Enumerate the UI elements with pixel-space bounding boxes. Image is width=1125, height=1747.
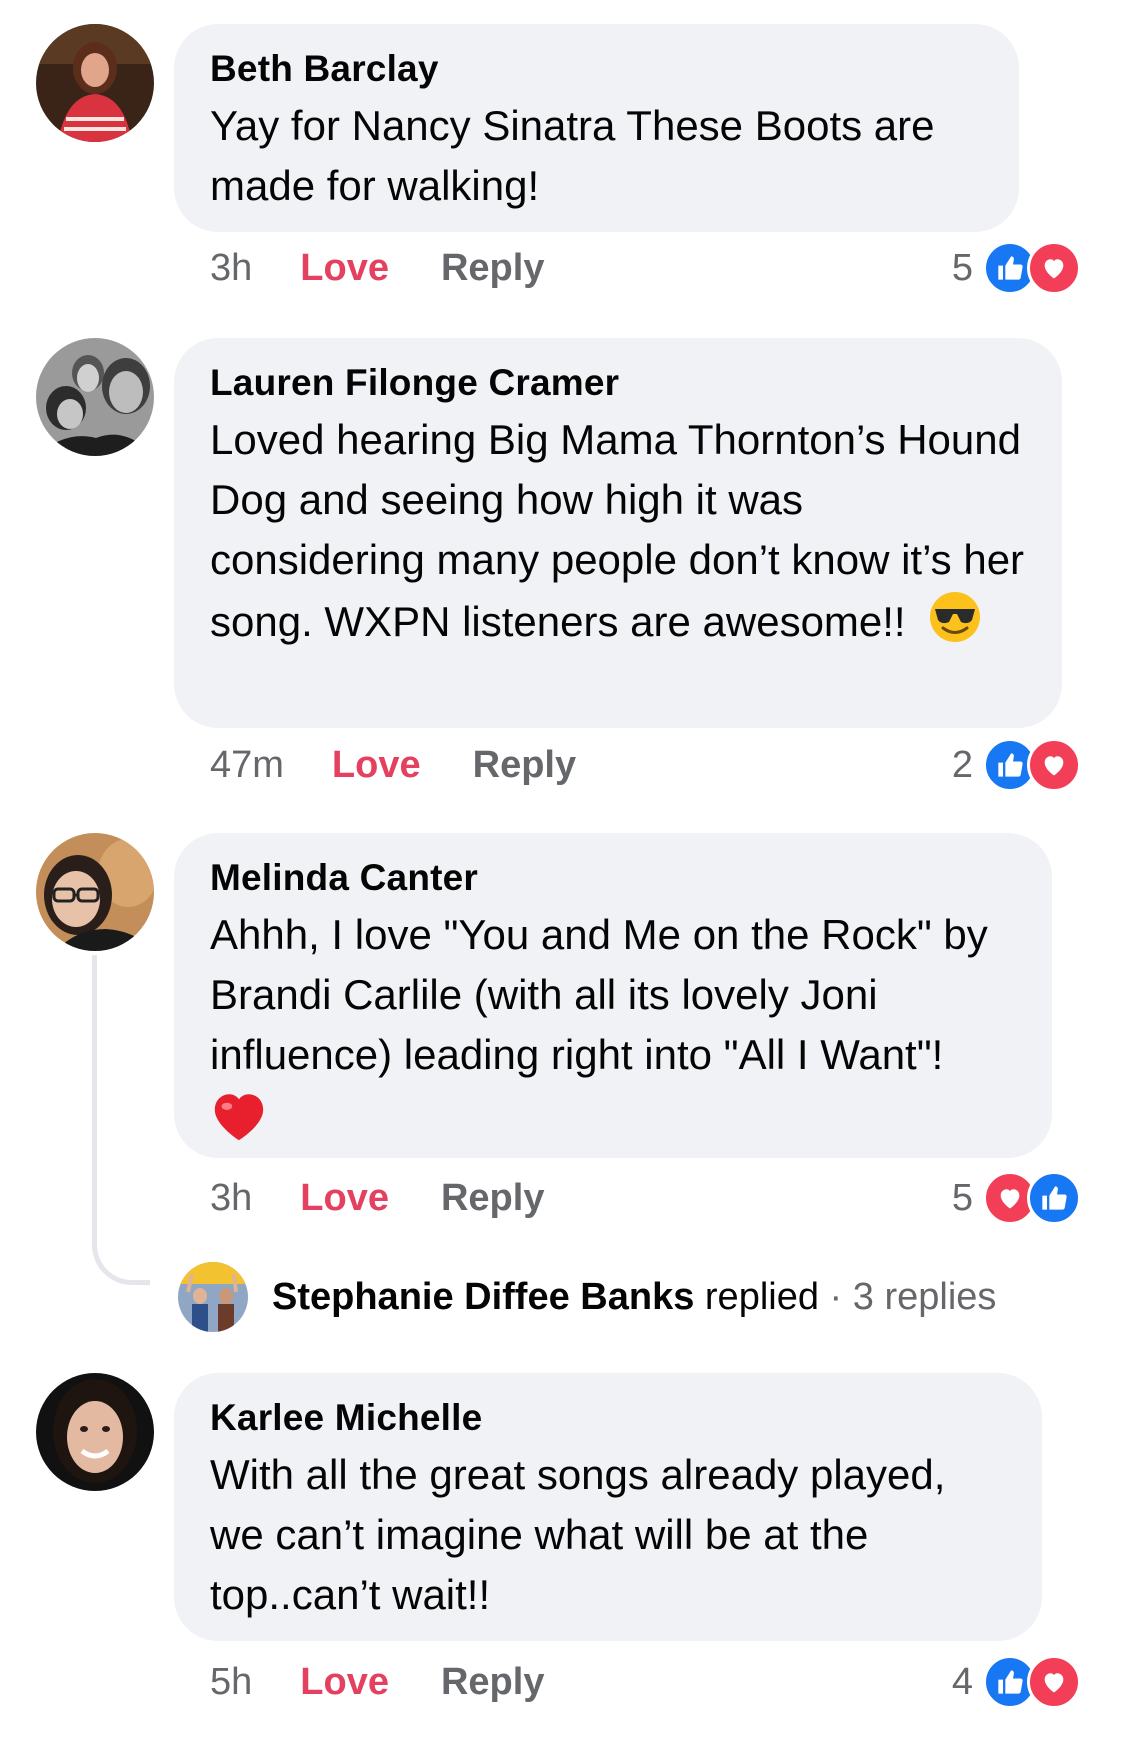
reply-count: 3 replies: [852, 1276, 997, 1318]
red-heart-emoji-icon: [210, 1089, 1016, 1159]
comment-timestamp[interactable]: 3h: [210, 243, 252, 293]
comment-bubble: Melinda Canter Ahhh, I love "You and Me …: [174, 833, 1052, 1158]
avatar: [178, 1262, 248, 1332]
comment-text: With all the great songs already played,…: [210, 1451, 946, 1618]
comment-actions: 5h Love Reply: [210, 1657, 544, 1707]
reaction-summary[interactable]: 4: [951, 1655, 1081, 1709]
heart-icon: [1027, 241, 1081, 295]
view-replies-link[interactable]: Stephanie Diffee Banks replied · 3 repli…: [178, 1260, 996, 1334]
comment-author[interactable]: Beth Barclay: [210, 46, 983, 92]
comment-bubble: Lauren Filonge Cramer Loved hearing Big …: [174, 338, 1062, 728]
reaction-summary[interactable]: 2: [951, 738, 1081, 792]
like-icon: [1027, 1171, 1081, 1225]
reply-separator: ·: [829, 1276, 843, 1318]
reaction-count: 5: [951, 246, 973, 289]
reaction-count: 4: [951, 1660, 973, 1703]
comment-bubble: Beth Barclay Yay for Nancy Sinatra These…: [174, 24, 1019, 232]
heart-icon: [1027, 738, 1081, 792]
reply-thread-connector: [92, 955, 150, 1285]
avatar[interactable]: [36, 1373, 154, 1491]
reply-button[interactable]: Reply: [441, 1173, 544, 1223]
reaction-count: 2: [951, 743, 973, 786]
comment-author[interactable]: Karlee Michelle: [210, 1395, 1006, 1441]
reply-author: Stephanie Diffee Banks: [272, 1276, 695, 1318]
comment-timestamp[interactable]: 47m: [210, 740, 284, 790]
comment-text: Yay for Nancy Sinatra These Boots are ma…: [210, 102, 935, 209]
comment-timestamp[interactable]: 3h: [210, 1173, 252, 1223]
reply-button[interactable]: Reply: [441, 243, 544, 293]
avatar[interactable]: [36, 24, 154, 142]
reaction-summary[interactable]: 5: [951, 1171, 1081, 1225]
comment-author[interactable]: Melinda Canter: [210, 855, 1016, 901]
comment-text: Ahhh, I love "You and Me on the Rock" by…: [210, 911, 988, 1078]
love-button[interactable]: Love: [300, 1173, 389, 1223]
reaction-count: 5: [951, 1176, 973, 1219]
comment-text: Loved hearing Big Mama Thornton’s Hound …: [210, 416, 1025, 646]
comment-actions: 47m Love Reply: [210, 740, 576, 790]
reply-button[interactable]: Reply: [441, 1657, 544, 1707]
comment-author[interactable]: Lauren Filonge Cramer: [210, 360, 1026, 406]
love-button[interactable]: Love: [332, 740, 421, 790]
comment-actions: 3h Love Reply: [210, 243, 544, 293]
love-button[interactable]: Love: [300, 1657, 389, 1707]
avatar[interactable]: [36, 833, 154, 951]
comment-actions: 3h Love Reply: [210, 1173, 544, 1223]
love-button[interactable]: Love: [300, 243, 389, 293]
heart-icon: [1027, 1655, 1081, 1709]
comment-bubble: Karlee Michelle With all the great songs…: [174, 1373, 1042, 1641]
reaction-summary[interactable]: 5: [951, 241, 1081, 295]
sunglasses-emoji-icon: [928, 590, 982, 660]
comment-timestamp[interactable]: 5h: [210, 1657, 252, 1707]
reply-verb: replied: [704, 1276, 819, 1318]
avatar[interactable]: [36, 338, 154, 456]
reply-button[interactable]: Reply: [473, 740, 576, 790]
